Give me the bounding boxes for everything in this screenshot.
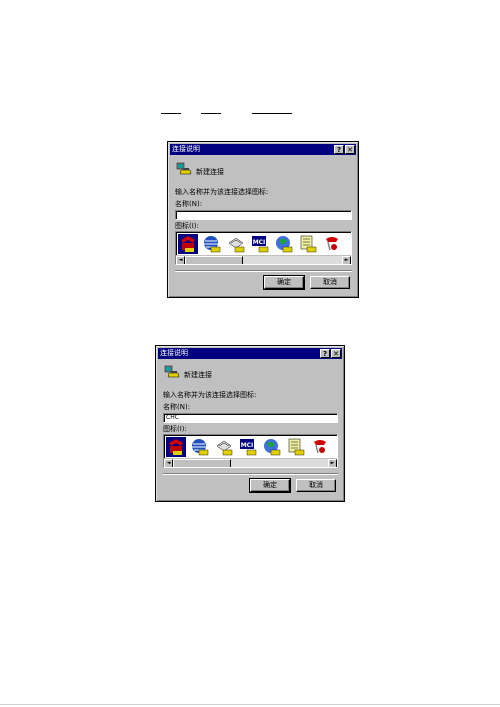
dialog-prompt: 输入名称并为该连接选择图标:: [163, 391, 257, 399]
dialog-header-label: 新建连接: [184, 371, 212, 379]
icon-list[interactable]: MCI ◄ ►: [163, 434, 338, 468]
globe-icon[interactable]: [202, 234, 222, 254]
dialog-titlebar: 连接说明 ? ✕: [170, 144, 356, 155]
notepad-icon[interactable]: [298, 234, 318, 254]
globe-blue-icon[interactable]: [274, 234, 294, 254]
mci-icon[interactable]: MCI: [238, 437, 258, 457]
scroll-thumb[interactable]: [173, 459, 231, 467]
connection-phone-icon: [176, 162, 192, 175]
page-bottom-rule: [0, 704, 500, 705]
dialog-titlebar: 连接说明 ? ✕: [158, 348, 342, 359]
mci-text: MCI: [253, 239, 266, 246]
phone-red-icon[interactable]: [178, 234, 198, 254]
mci-icon[interactable]: MCI: [250, 234, 270, 254]
fax-icon[interactable]: [226, 234, 246, 254]
mci-text: MCI: [241, 442, 254, 449]
close-button[interactable]: ✕: [331, 349, 341, 358]
underline-mark: [201, 113, 221, 114]
connection-dialog-2: 连接说明 ? ✕ 新建连接 输入名称并为该连接选择图标: 名称(N): CHC …: [155, 345, 345, 502]
ok-button[interactable]: 确定: [263, 275, 305, 290]
phone-red-icon[interactable]: [166, 437, 186, 457]
underline-mark: [161, 113, 181, 114]
icon-label: 图标(I):: [163, 425, 187, 433]
dialog-divider: [163, 473, 338, 475]
name-input[interactable]: [175, 210, 352, 220]
fax-icon[interactable]: [214, 437, 234, 457]
connection-dialog-1: 连接说明 ? ✕ 新建连接 输入名称并为该连接选择图标: 名称(N): 图标(I…: [167, 141, 359, 298]
icon-list-scrollbar[interactable]: ◄ ►: [176, 255, 351, 264]
dialog-header-label: 新建连接: [196, 168, 224, 176]
phone-red2-icon[interactable]: [322, 234, 342, 254]
name-input[interactable]: CHC: [163, 413, 338, 423]
help-button[interactable]: ?: [320, 349, 330, 358]
connection-phone-icon: [164, 365, 180, 378]
notepad-icon[interactable]: [286, 437, 306, 457]
dialog-title: 连接说明: [160, 349, 188, 357]
icon-list-scrollbar[interactable]: ◄ ►: [164, 458, 337, 467]
cancel-button[interactable]: 取消: [310, 276, 350, 289]
cancel-button[interactable]: 取消: [296, 479, 336, 492]
ok-button[interactable]: 确定: [249, 478, 291, 493]
scroll-right-button[interactable]: ►: [328, 459, 337, 467]
globe-icon[interactable]: [190, 437, 210, 457]
scroll-right-button[interactable]: ►: [342, 256, 351, 264]
dialog-prompt: 输入名称并为该连接选择图标:: [175, 188, 269, 196]
scroll-thumb[interactable]: [185, 256, 243, 264]
help-button[interactable]: ?: [334, 145, 344, 154]
close-button[interactable]: ✕: [345, 145, 355, 154]
underline-mark: [252, 113, 292, 114]
scroll-left-button[interactable]: ◄: [164, 459, 173, 467]
icon-label: 图标(I):: [175, 222, 199, 230]
globe-blue-icon[interactable]: [262, 437, 282, 457]
scroll-left-button[interactable]: ◄: [176, 256, 185, 264]
dialog-title: 连接说明: [172, 145, 200, 153]
dialog-divider: [175, 270, 352, 272]
name-label: 名称(N):: [163, 403, 191, 411]
phone-red2-icon[interactable]: [310, 437, 330, 457]
icon-list[interactable]: MCI ◄ ►: [175, 231, 352, 265]
name-label: 名称(N):: [175, 200, 203, 208]
